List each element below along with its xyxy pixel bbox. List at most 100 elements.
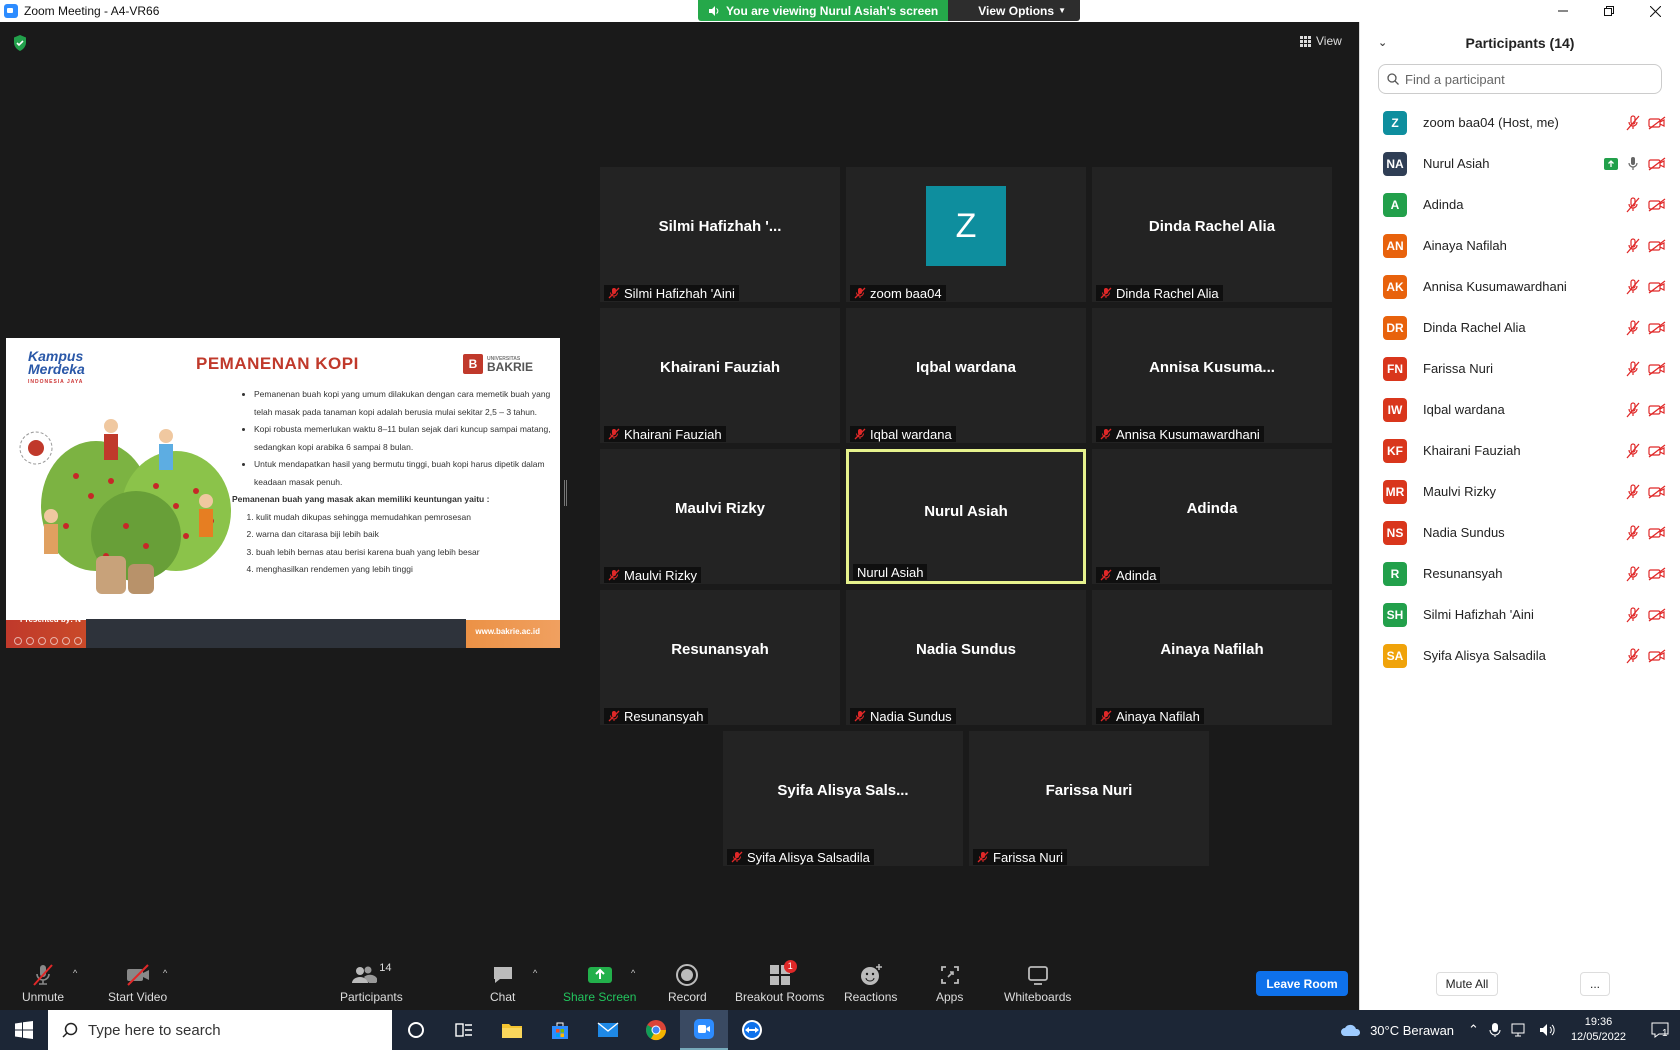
collapse-panel-chevron-icon[interactable]: ⌄ (1378, 36, 1387, 49)
apps-button[interactable]: Apps (936, 962, 963, 1004)
video-tile[interactable]: Syifa Alisya Sals... Syifa Alisya Salsadi… (723, 731, 963, 866)
video-off-icon[interactable] (1648, 566, 1666, 581)
video-tile[interactable]: Maulvi Rizky Maulvi Rizky (600, 449, 840, 584)
clock[interactable]: 19:36 12/05/2022 (1571, 1015, 1626, 1045)
video-tile[interactable]: Khairani Fauziah Khairani Fauziah (600, 308, 840, 443)
microphone-muted-icon[interactable] (1626, 360, 1640, 377)
chevron-up-icon[interactable]: ⌃ (1468, 1022, 1479, 1038)
video-tile[interactable]: Dinda Rachel Alia Dinda Rachel Alia (1092, 167, 1332, 302)
view-layout-button[interactable]: View (1300, 34, 1342, 48)
mail-button[interactable] (584, 1010, 632, 1050)
participant-row[interactable]: FN Farissa Nuri (1360, 348, 1680, 389)
task-view-button[interactable] (440, 1010, 488, 1050)
video-off-icon[interactable] (1648, 361, 1666, 376)
microphone-muted-icon[interactable] (1626, 237, 1640, 254)
video-off-icon[interactable] (1648, 197, 1666, 212)
share-options-caret[interactable]: ^ (631, 968, 635, 978)
restore-button[interactable] (1586, 0, 1632, 22)
microphone-muted-icon[interactable] (1626, 278, 1640, 295)
volume-icon[interactable] (1539, 1022, 1557, 1038)
minimize-button[interactable] (1540, 0, 1586, 22)
taskbar-search[interactable] (48, 1010, 392, 1050)
video-off-icon[interactable] (1648, 156, 1666, 171)
participant-row[interactable]: A Adinda (1360, 184, 1680, 225)
mute-all-button[interactable]: Mute All (1436, 972, 1498, 996)
video-off-icon[interactable] (1648, 279, 1666, 294)
chat-options-caret[interactable]: ^ (533, 968, 537, 978)
record-button[interactable]: Record (668, 962, 707, 1004)
view-options-button[interactable]: View Options ▼ (948, 0, 1080, 21)
network-icon[interactable] (1511, 1022, 1529, 1038)
microphone-muted-icon[interactable] (1626, 114, 1640, 131)
audio-options-caret[interactable]: ^ (73, 968, 77, 978)
video-off-icon[interactable] (1648, 115, 1666, 130)
microphone-muted-icon[interactable] (1626, 647, 1640, 664)
video-off-icon[interactable] (1648, 648, 1666, 663)
share-screen-button[interactable]: Share Screen (563, 962, 636, 1004)
video-tile[interactable]: Ainaya Nafilah Ainaya Nafilah (1092, 590, 1332, 725)
taskbar-search-input[interactable] (88, 1021, 392, 1039)
participant-row[interactable]: DR Dinda Rachel Alia (1360, 307, 1680, 348)
participant-row[interactable]: KF Khairani Fauziah (1360, 430, 1680, 471)
leave-room-button[interactable]: Leave Room (1256, 971, 1348, 996)
video-tile[interactable]: Annisa Kusuma... Annisa Kusumawardhani (1092, 308, 1332, 443)
start-button[interactable] (0, 1010, 48, 1050)
participant-row[interactable]: AK Annisa Kusumawardhani (1360, 266, 1680, 307)
video-off-icon[interactable] (1648, 607, 1666, 622)
participant-row[interactable]: MR Maulvi Rizky (1360, 471, 1680, 512)
microsoft-store-button[interactable] (536, 1010, 584, 1050)
splitter-handle[interactable] (564, 480, 567, 506)
video-tile[interactable]: Nadia Sundus Nadia Sundus (846, 590, 1086, 725)
microphone-muted-icon[interactable] (1626, 196, 1640, 213)
cortana-button[interactable] (392, 1010, 440, 1050)
video-off-icon[interactable] (1648, 402, 1666, 417)
video-tile[interactable]: Resunansyah Resunansyah (600, 590, 840, 725)
more-options-button[interactable]: ... (1580, 972, 1610, 996)
microphone-muted-icon[interactable] (1626, 319, 1640, 336)
participant-row[interactable]: Zzoom baa04 (Host, me) (1360, 102, 1680, 143)
participant-row[interactable]: R Resunansyah (1360, 553, 1680, 594)
chat-button[interactable]: Chat (490, 962, 515, 1004)
video-tile[interactable]: Silmi Hafizhah '... Silmi Hafizhah 'Aini (600, 167, 840, 302)
microphone-icon[interactable] (1626, 156, 1640, 172)
microphone-muted-icon[interactable] (1626, 606, 1640, 623)
unmute-button[interactable]: Unmute (22, 962, 64, 1004)
video-off-icon[interactable] (1648, 238, 1666, 253)
video-off-icon[interactable] (1648, 484, 1666, 499)
participant-row[interactable]: SH Silmi Hafizhah 'Aini (1360, 594, 1680, 635)
teamviewer-button[interactable] (728, 1010, 776, 1050)
video-off-icon[interactable] (1648, 443, 1666, 458)
participant-row[interactable]: SA Syifa Alisya Salsadila (1360, 635, 1680, 676)
video-tile[interactable]: Zzoom baa04 (846, 167, 1086, 302)
participant-search-box[interactable] (1378, 64, 1662, 94)
video-tile[interactable]: Adinda Adinda (1092, 449, 1332, 584)
video-tile[interactable]: Farissa Nuri Farissa Nuri (969, 731, 1209, 866)
microphone-muted-icon[interactable] (1626, 442, 1640, 459)
start-video-button[interactable]: Start Video (108, 962, 167, 1004)
participants-button[interactable]: 14 Participants (340, 962, 403, 1004)
video-tile[interactable]: Iqbal wardana Iqbal wardana (846, 308, 1086, 443)
video-options-caret[interactable]: ^ (163, 968, 167, 978)
weather-text[interactable]: 30°C Berawan (1370, 1023, 1454, 1038)
participant-row[interactable]: IW Iqbal wardana (1360, 389, 1680, 430)
notification-center-button[interactable]: 1 (1640, 1010, 1680, 1050)
video-off-icon[interactable] (1648, 525, 1666, 540)
microphone-muted-icon[interactable] (1626, 524, 1640, 541)
breakout-rooms-button[interactable]: 1 Breakout Rooms (735, 960, 824, 1004)
microphone-muted-icon[interactable] (1626, 483, 1640, 500)
microphone-muted-icon[interactable] (1626, 565, 1640, 582)
participant-row[interactable]: AN Ainaya Nafilah (1360, 225, 1680, 266)
reactions-button[interactable]: Reactions (844, 962, 897, 1004)
encryption-shield-icon[interactable] (12, 34, 28, 52)
participant-row[interactable]: NS Nadia Sundus (1360, 512, 1680, 553)
close-button[interactable] (1632, 0, 1678, 22)
microphone-muted-icon[interactable] (1626, 401, 1640, 418)
video-tile[interactable]: Nurul Asiah Nurul Asiah (846, 449, 1086, 584)
video-off-icon[interactable] (1648, 320, 1666, 335)
file-explorer-button[interactable] (488, 1010, 536, 1050)
microphone-icon[interactable] (1489, 1022, 1501, 1038)
participant-search-input[interactable] (1405, 71, 1661, 87)
participant-row[interactable]: NA Nurul Asiah (1360, 143, 1680, 184)
chrome-button[interactable] (632, 1010, 680, 1050)
zoom-taskbar-button[interactable] (680, 1010, 728, 1050)
